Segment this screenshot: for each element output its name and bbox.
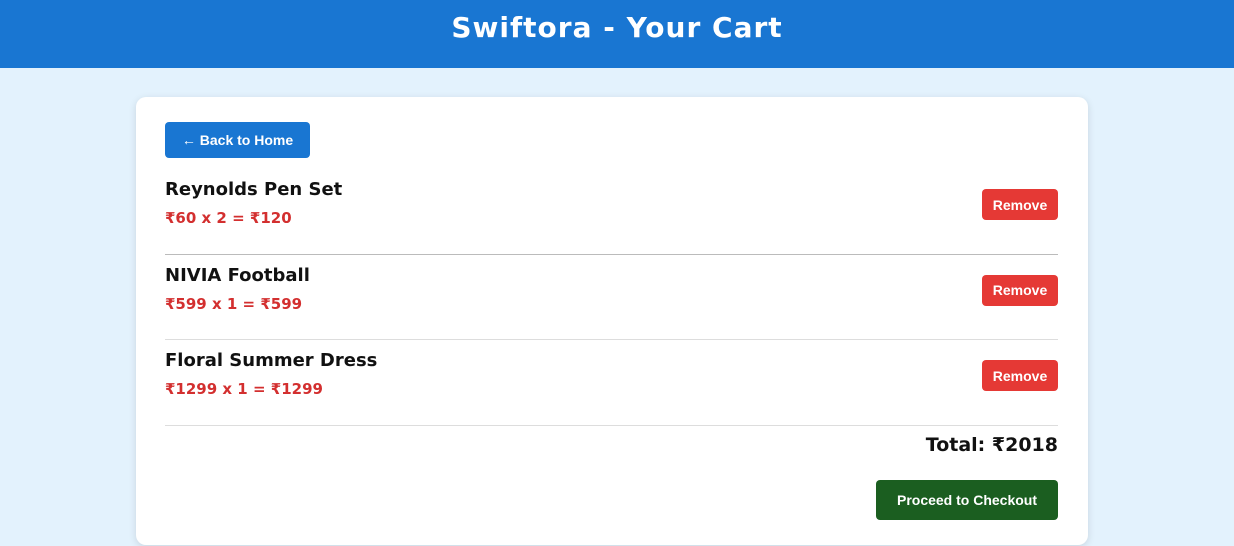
- item-price-line: ₹599 x 1 = ₹599: [165, 294, 303, 313]
- back-to-home-button[interactable]: ← Back to Home: [165, 122, 310, 158]
- item-name: NIVIA Football: [165, 264, 310, 286]
- cart-item: Reynolds Pen Set ₹60 x 2 = ₹120 Remove: [165, 169, 1058, 255]
- remove-button[interactable]: Remove: [982, 360, 1058, 391]
- item-price-line: ₹1299 x 1 = ₹1299: [165, 380, 323, 398]
- proceed-to-checkout-button[interactable]: Proceed to Checkout: [876, 480, 1058, 520]
- remove-button[interactable]: Remove: [982, 189, 1058, 220]
- item-name: Floral Summer Dress: [165, 350, 378, 371]
- item-name: Reynolds Pen Set: [165, 179, 343, 200]
- app-header: Swiftora - Your Cart: [0, 0, 1234, 68]
- page-title: Swiftora - Your Cart: [451, 10, 783, 44]
- remove-button[interactable]: Remove: [982, 274, 1058, 306]
- cart-card: ← Back to Home Reynolds Pen Set ₹60 x 2 …: [136, 97, 1088, 545]
- cart-items-list: Reynolds Pen Set ₹60 x 2 = ₹120 Remove N…: [165, 169, 1058, 426]
- cart-item: NIVIA Football ₹599 x 1 = ₹599 Remove: [165, 255, 1058, 340]
- item-price-line: ₹60 x 2 = ₹120: [165, 209, 292, 227]
- cart-total: Total: ₹2018: [925, 434, 1058, 456]
- cart-item: Floral Summer Dress ₹1299 x 1 = ₹1299 Re…: [165, 340, 1058, 426]
